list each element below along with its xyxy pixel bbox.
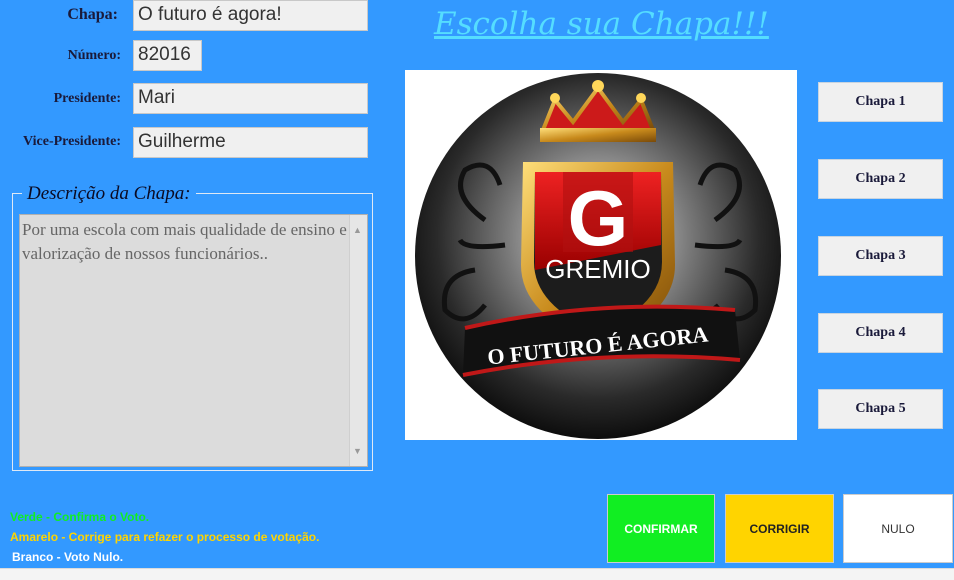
presidente-field[interactable]: Mari — [133, 83, 368, 114]
corrigir-button[interactable]: CORRIGIR — [725, 494, 834, 563]
page-title: Escolha sua Chapa!!! — [434, 6, 769, 42]
chapa-3-button[interactable]: Chapa 3 — [818, 236, 943, 276]
description-text: Por uma escola com mais qualidade de ens… — [22, 220, 347, 263]
window-bottom-strip — [0, 568, 954, 580]
nulo-button[interactable]: NULO — [843, 494, 953, 563]
chapa-5-button[interactable]: Chapa 5 — [818, 389, 943, 429]
gremio-logo: G GREMIO O FUTURO É AGORA — [415, 73, 781, 439]
scroll-down-icon[interactable]: ▼ — [353, 439, 362, 463]
logo-name: GREMIO — [545, 254, 650, 284]
presidente-label: Presidente: — [53, 91, 121, 106]
chapa-1-button[interactable]: Chapa 1 — [818, 82, 943, 122]
chapa-field[interactable]: O futuro é agora! — [133, 0, 368, 31]
description-scrollbar[interactable]: ▲ ▼ — [349, 215, 367, 466]
chapa-4-button[interactable]: Chapa 4 — [818, 313, 943, 353]
numero-field[interactable]: 82016 — [133, 40, 202, 71]
vice-presidente-label: Vice-Presidente: — [23, 134, 121, 149]
confirmar-button[interactable]: CONFIRMAR — [607, 494, 715, 563]
instruction-verde: Verde - Confirma o Voto. — [10, 510, 150, 524]
instruction-amarelo: Amarelo - Corrige para refazer o process… — [10, 530, 320, 544]
numero-label: Número: — [67, 48, 121, 63]
chapa-label: Chapa: — [67, 6, 118, 23]
instruction-branco: Branco - Voto Nulo. — [12, 550, 124, 564]
logo-letter: G — [568, 174, 629, 262]
chapa-logo-image: G GREMIO O FUTURO É AGORA — [405, 70, 797, 440]
chapa-2-button[interactable]: Chapa 2 — [818, 159, 943, 199]
description-legend: Descrição da Chapa: — [22, 183, 196, 205]
scroll-up-icon[interactable]: ▲ — [353, 218, 362, 242]
vice-presidente-field[interactable]: Guilherme — [133, 127, 368, 158]
description-textarea[interactable]: Por uma escola com mais qualidade de ens… — [19, 214, 368, 467]
